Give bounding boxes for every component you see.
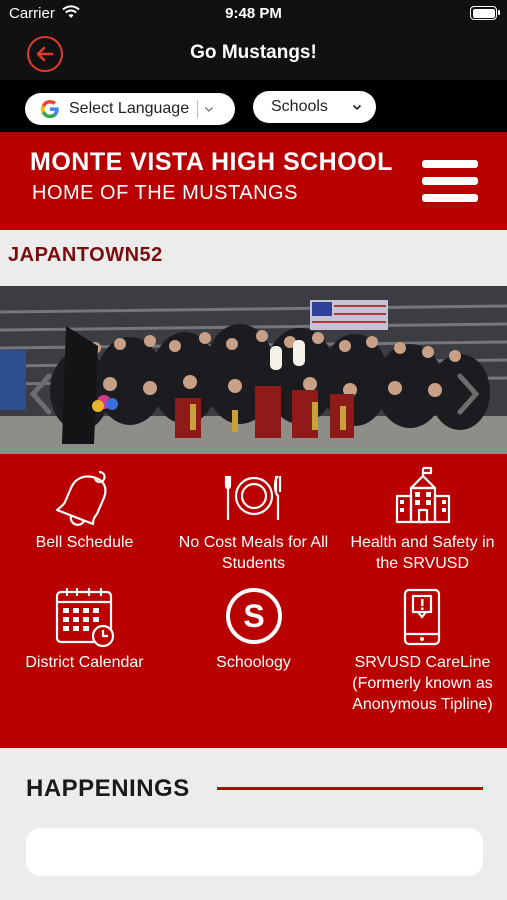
bell-icon [55,470,106,526]
google-g-icon [40,99,59,119]
battery-icon [470,6,500,20]
calendar-clock-icon [55,588,114,648]
slideshow-photo[interactable] [0,286,507,454]
school-tagline: HOME OF THE MUSTANGS [32,182,298,204]
slider-prev-icon[interactable] [27,372,55,416]
chevron-down-icon [352,104,362,111]
schoology-s-icon: S [225,588,282,644]
chevron-down-icon [205,107,214,112]
happenings-divider [217,787,483,790]
quick-link-health-safety[interactable]: Health and Safety in the SRVUSD [338,466,507,574]
top-bar: Carrier 9:48 PM Go Mustangs! [0,0,507,80]
band-group-photo [0,286,507,454]
hamburger-menu-icon[interactable] [422,160,478,206]
status-time: 9:48 PM [225,5,282,22]
divider [197,100,199,118]
quick-link-schoology[interactable]: S Schoology [169,586,338,673]
quick-link-label: No Cost Meals for All Students [178,534,329,572]
school-building-icon [395,466,450,524]
schools-select[interactable]: Schools [253,91,376,123]
happenings-section [0,748,507,900]
language-select-label: Select Language [69,100,190,117]
status-bar: Carrier 9:48 PM [0,0,507,28]
quick-link-label: SRVUSD CareLine (Formerly known as Anony… [352,654,493,713]
quick-link-label: Health and Safety in the SRVUSD [350,534,495,572]
quick-link-label: Schoology [216,654,291,671]
svg-text:S: S [243,598,264,634]
quick-link-district-calendar[interactable]: District Calendar [0,586,169,673]
quick-link-label: District Calendar [25,654,144,671]
plate-utensils-icon [224,475,281,520]
language-select[interactable]: Select Language [25,93,235,125]
happenings-card[interactable] [26,828,483,876]
school-name[interactable]: MONTE VISTA HIGH SCHOOL [30,148,393,177]
quick-links-grid: Bell Schedule No Cost Meals for All Stud… [0,454,507,748]
quick-link-bell-schedule[interactable]: Bell Schedule [0,466,169,553]
phone-alert-icon [403,588,440,646]
school-header: MONTE VISTA HIGH SCHOOL HOME OF THE MUST… [0,132,507,230]
quick-link-label: Bell Schedule [35,534,134,551]
happenings-title: HAPPENINGS [26,775,190,802]
slider-next-icon[interactable] [454,372,482,416]
nav-title: Go Mustangs! [190,42,317,63]
schools-select-label: Schools [271,98,328,115]
quick-link-careline[interactable]: SRVUSD CareLine (Formerly known as Anony… [338,586,507,715]
quick-link-meals[interactable]: No Cost Meals for All Students [169,466,338,574]
slide-caption: JAPANTOWN52 [8,244,163,266]
